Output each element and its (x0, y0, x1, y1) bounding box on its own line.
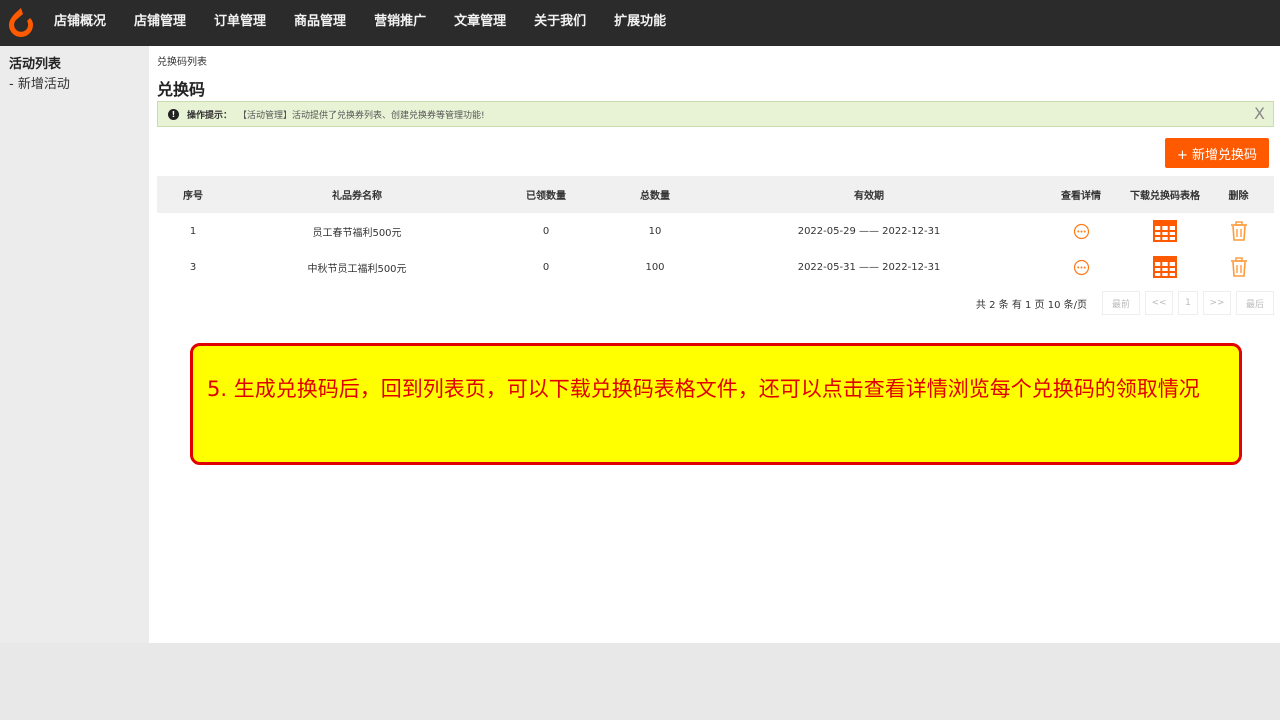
cell-download (1127, 220, 1203, 242)
nav-extensions[interactable]: 扩展功能 (600, 0, 680, 46)
pagination-info: 共 2 条 有 1 页 10 条/页 (975, 299, 1087, 311)
cell-validity: 2022-05-29 —— 2022-12-31 (797, 225, 941, 237)
tip-text: 【活动管理】活动提供了兑换券列表、创建兑换券等管理功能! (238, 110, 485, 121)
close-icon[interactable]: X (1254, 104, 1265, 123)
cell-download (1127, 256, 1203, 278)
cell-id: 1 (189, 225, 197, 237)
nav-order-management[interactable]: 订单管理 (200, 0, 280, 46)
cell-details (1035, 223, 1127, 240)
cell-total: 100 (645, 261, 665, 273)
cell-id: 3 (189, 261, 197, 273)
header-validity: 有效期 (854, 191, 884, 202)
header-id: 序号 (183, 191, 203, 202)
redeem-code-table: 序号 礼品券名称 已领数量 总数量 有效期 查看详情 下载兑换码表格 删除 1 … (157, 176, 1274, 285)
cell-received: 0 (542, 261, 550, 273)
nav-article-management[interactable]: 文章管理 (440, 0, 520, 46)
info-icon: ! (168, 108, 179, 120)
table-row: 3 中秋节员工福利500元 0 100 2022-05-31 —— 2022-1… (157, 249, 1274, 285)
cell-name: 中秋节员工福利500元 (307, 263, 407, 275)
trash-icon[interactable] (1230, 221, 1248, 241)
nav-store-management[interactable]: 店铺管理 (120, 0, 200, 46)
nav-store-overview[interactable]: 店铺概况 (40, 0, 120, 46)
add-redeem-code-button[interactable]: + 新增兑换码 (1165, 138, 1269, 168)
nav-marketing[interactable]: 营销推广 (360, 0, 440, 46)
page-title: 兑换码 (157, 80, 206, 99)
page-number-button[interactable]: 1 (1178, 291, 1198, 315)
cell-validity: 2022-05-31 —— 2022-12-31 (797, 261, 941, 273)
sidebar-title[interactable]: 活动列表 (9, 56, 140, 74)
cell-delete (1203, 257, 1274, 277)
header-total: 总数量 (640, 191, 670, 202)
table-header-row: 序号 礼品券名称 已领数量 总数量 有效期 查看详情 下载兑换码表格 删除 (157, 176, 1274, 213)
header-name: 礼品券名称 (332, 191, 382, 202)
operation-tip-banner: ! 操作提示： 【活动管理】活动提供了兑换券列表、创建兑换券等管理功能! X (157, 101, 1274, 127)
page-last-button[interactable]: 最后 (1236, 291, 1274, 315)
view-details-icon[interactable] (1073, 259, 1090, 276)
header-received: 已领数量 (526, 191, 566, 202)
header-delete: 删除 (1228, 191, 1249, 202)
sidebar: 活动列表 - 新增活动 (0, 46, 149, 643)
bottom-area (0, 643, 1280, 720)
sidebar-item-add-activity[interactable]: - 新增活动 (9, 74, 140, 96)
breadcrumb: 兑换码列表 (157, 57, 207, 68)
trash-icon[interactable] (1230, 257, 1248, 277)
top-navbar: 店铺概况 店铺管理 订单管理 商品管理 营销推广 文章管理 关于我们 扩展功能 (0, 0, 1280, 46)
nav-about-us[interactable]: 关于我们 (520, 0, 600, 46)
tutorial-callout: 5. 生成兑换码后，回到列表页，可以下载兑换码表格文件，还可以点击查看详情浏览每… (190, 343, 1242, 465)
cell-total: 10 (648, 225, 662, 237)
page-next-button[interactable]: >> (1203, 291, 1231, 315)
nav-product-management[interactable]: 商品管理 (280, 0, 360, 46)
view-details-icon[interactable] (1073, 223, 1090, 240)
tip-label: 操作提示： (187, 110, 233, 121)
table-download-icon[interactable] (1153, 220, 1177, 242)
header-download: 下载兑换码表格 (1130, 191, 1200, 202)
cell-delete (1203, 221, 1274, 241)
table-row: 1 员工春节福利500元 0 10 2022-05-29 —— 2022-12-… (157, 213, 1274, 249)
page-first-button[interactable]: 最前 (1102, 291, 1140, 315)
cell-details (1035, 259, 1127, 276)
table-download-icon[interactable] (1153, 256, 1177, 278)
cell-name: 员工春节福利500元 (312, 227, 402, 239)
callout-text: 5. 生成兑换码后，回到列表页，可以下载兑换码表格文件，还可以点击查看详情浏览每… (207, 377, 1200, 401)
pagination: 共 2 条 有 1 页 10 条/页 最前 << 1 >> 最后 (157, 290, 1274, 316)
page-prev-button[interactable]: << (1145, 291, 1173, 315)
logo-icon[interactable] (5, 6, 37, 38)
main-nav: 店铺概况 店铺管理 订单管理 商品管理 营销推广 文章管理 关于我们 扩展功能 (40, 0, 680, 46)
cell-received: 0 (542, 225, 550, 237)
header-details: 查看详情 (1061, 191, 1101, 202)
